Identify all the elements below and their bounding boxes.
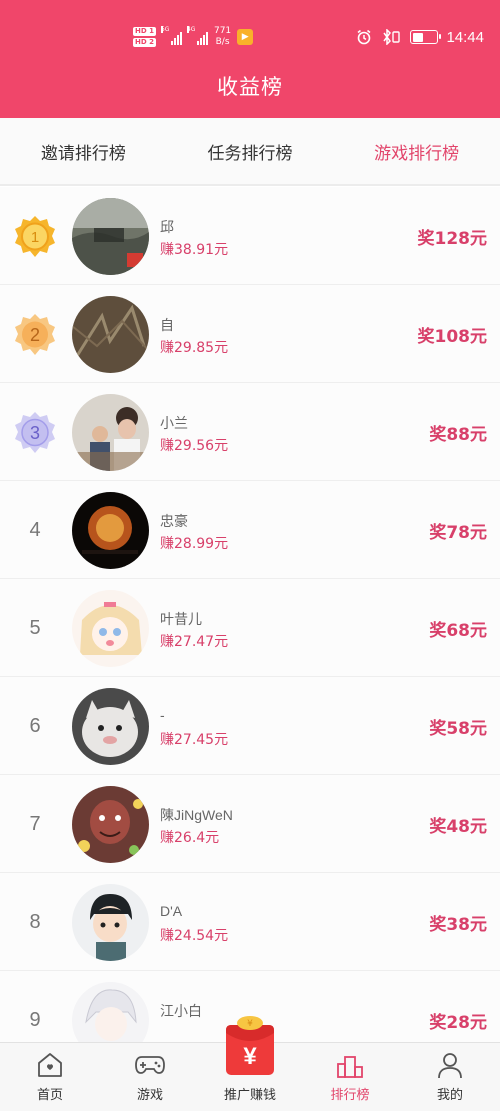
hd1-badge: HD 1 xyxy=(133,27,156,36)
rank-number: 4 xyxy=(29,518,41,541)
earned-amount: 赚27.47元 xyxy=(160,634,229,650)
avatar[interactable] xyxy=(72,982,149,1042)
rank-number: 8 xyxy=(29,910,41,933)
player-name: 小兰 xyxy=(160,415,188,431)
ranking-row[interactable]: 3 小兰 赚29.56元 奖88元 xyxy=(0,383,500,481)
svg-text:¥: ¥ xyxy=(247,1019,253,1029)
ranking-row[interactable]: 7 陳JiNgWeN 赚26.4元 奖48元 xyxy=(0,775,500,873)
red-envelope-icon: ¥ ¥ xyxy=(226,1016,274,1075)
player-name: D'A xyxy=(160,903,183,919)
silver-medal-icon: 2 xyxy=(15,314,55,355)
player-name: 自 xyxy=(160,317,174,333)
svg-text:3: 3 xyxy=(30,423,40,443)
earned-amount: 赚24.54元 xyxy=(160,928,229,944)
signal-4g-icon: 4G xyxy=(186,26,208,45)
earned-amount: 赚29.85元 xyxy=(160,340,229,356)
svg-text:1: 1 xyxy=(31,229,39,246)
tab-game-ranking[interactable]: 游戏排行榜 xyxy=(333,118,500,184)
bluetooth-vibrate-icon xyxy=(383,29,401,45)
player-name: - xyxy=(160,707,165,723)
earned-amount: 赚38.91元 xyxy=(160,242,229,258)
avatar[interactable] xyxy=(72,884,149,961)
status-time: 14:44 xyxy=(446,28,484,46)
hd2-badge: HD 2 xyxy=(133,38,156,47)
player-name: 江小白 xyxy=(160,1003,202,1019)
gamepad-icon xyxy=(135,1056,165,1074)
avatar[interactable] xyxy=(72,394,149,471)
reward-amount: 奖78元 xyxy=(429,522,487,543)
earned-amount: 赚26.4元 xyxy=(160,830,220,846)
nav-home-label: 首页 xyxy=(36,1088,63,1103)
rank-number: 7 xyxy=(29,812,41,835)
net-speed-unit: B/s xyxy=(215,37,230,47)
nav-ranking[interactable]: 排行榜 xyxy=(300,1043,400,1111)
reward-amount: 奖58元 xyxy=(429,718,487,739)
alarm-icon xyxy=(357,29,371,45)
status-left-group: HD 1 HD 2 5G 4G 771 B/s ▶ xyxy=(133,22,254,52)
user-icon xyxy=(438,1053,462,1079)
page-title: 收益榜 xyxy=(217,75,283,99)
ranking-row[interactable]: 6 - 赚27.45元 奖58元 xyxy=(0,677,500,775)
ranking-row[interactable]: 1 邱 赚38.91元 奖128元 xyxy=(0,187,500,285)
ranking-row[interactable]: 2 自 赚29.85元 奖108元 xyxy=(0,285,500,383)
nav-ranking-label: 排行榜 xyxy=(330,1088,370,1103)
reward-amount: 奖28元 xyxy=(429,1012,487,1033)
tab-task-ranking[interactable]: 任务排行榜 xyxy=(167,118,334,184)
battery-icon xyxy=(410,30,442,44)
status-bar: HD 1 HD 2 5G 4G 771 B/s ▶ 14:44 xyxy=(0,0,500,72)
avatar[interactable] xyxy=(72,492,149,569)
earned-amount: 赚28.99元 xyxy=(160,536,229,552)
player-name: 陳JiNgWeN xyxy=(160,807,233,823)
rank-number: 5 xyxy=(29,616,41,639)
ranking-row[interactable]: 4 忠豪 赚28.99元 奖78元 xyxy=(0,481,500,579)
app-header: HD 1 HD 2 5G 4G 771 B/s ▶ 14:44 收益榜 xyxy=(0,0,500,118)
player-name: 忠豪 xyxy=(160,513,188,529)
avatar[interactable] xyxy=(72,198,149,275)
nav-promote[interactable]: ¥ ¥ 推广赚钱 xyxy=(200,1016,300,1111)
notification-app-icon: ▶ xyxy=(237,29,254,45)
reward-amount: 奖38元 xyxy=(429,914,487,935)
rank-number: 6 xyxy=(29,714,41,737)
tab-invite-ranking[interactable]: 邀请排行榜 xyxy=(0,118,167,184)
rank-number: 9 xyxy=(29,1008,41,1031)
bottom-nav: 首页 游戏 ¥ ¥ 推广赚钱 排行榜 我的 xyxy=(0,1016,500,1111)
reward-amount: 奖88元 xyxy=(429,424,487,445)
reward-amount: 奖48元 xyxy=(429,816,487,837)
signal-5g-icon: 5G xyxy=(160,26,182,45)
nav-profile-label: 我的 xyxy=(436,1088,463,1103)
podium-icon xyxy=(337,1056,363,1078)
avatar[interactable] xyxy=(72,786,149,863)
nav-home[interactable]: 首页 xyxy=(0,1043,100,1111)
ranking-row[interactable]: 8 D'A 赚24.54元 奖38元 xyxy=(0,873,500,971)
avatar[interactable] xyxy=(72,590,149,667)
avatar[interactable] xyxy=(72,688,149,765)
earned-amount: 赚27.45元 xyxy=(160,732,229,748)
earned-amount: 赚29.56元 xyxy=(160,438,229,454)
ranking-list[interactable]: 1 邱 赚38.91元 奖128元 2 自 赚29.85元 奖108元 3 小兰… xyxy=(0,187,500,1042)
status-right-group: 14:44 xyxy=(356,26,484,48)
nav-game[interactable]: 游戏 xyxy=(100,1043,200,1111)
reward-amount: 奖128元 xyxy=(417,228,488,249)
svg-text:¥: ¥ xyxy=(243,1043,257,1070)
ranking-tabs: 邀请排行榜 任务排行榜 游戏排行榜 xyxy=(0,118,500,186)
svg-text:2: 2 xyxy=(30,325,40,345)
net-speed-value: 771 xyxy=(213,26,232,36)
ranking-row[interactable]: 5 叶昔儿 赚27.47元 奖68元 xyxy=(0,579,500,677)
reward-amount: 奖68元 xyxy=(429,620,487,641)
player-name: 邱 xyxy=(160,219,174,235)
gold-medal-icon: 1 xyxy=(15,216,55,257)
reward-amount: 奖108元 xyxy=(417,326,488,347)
bronze-medal-icon: 3 xyxy=(15,412,55,453)
home-icon xyxy=(38,1053,62,1077)
net-speed: 771 B/s xyxy=(214,26,231,48)
nav-profile[interactable]: 我的 xyxy=(400,1043,500,1111)
nav-promote-label: 推广赚钱 xyxy=(223,1088,276,1103)
player-name: 叶昔儿 xyxy=(160,611,202,627)
hd-badges: HD 1 HD 2 xyxy=(133,27,156,47)
nav-game-label: 游戏 xyxy=(136,1088,163,1103)
avatar[interactable] xyxy=(72,296,149,373)
